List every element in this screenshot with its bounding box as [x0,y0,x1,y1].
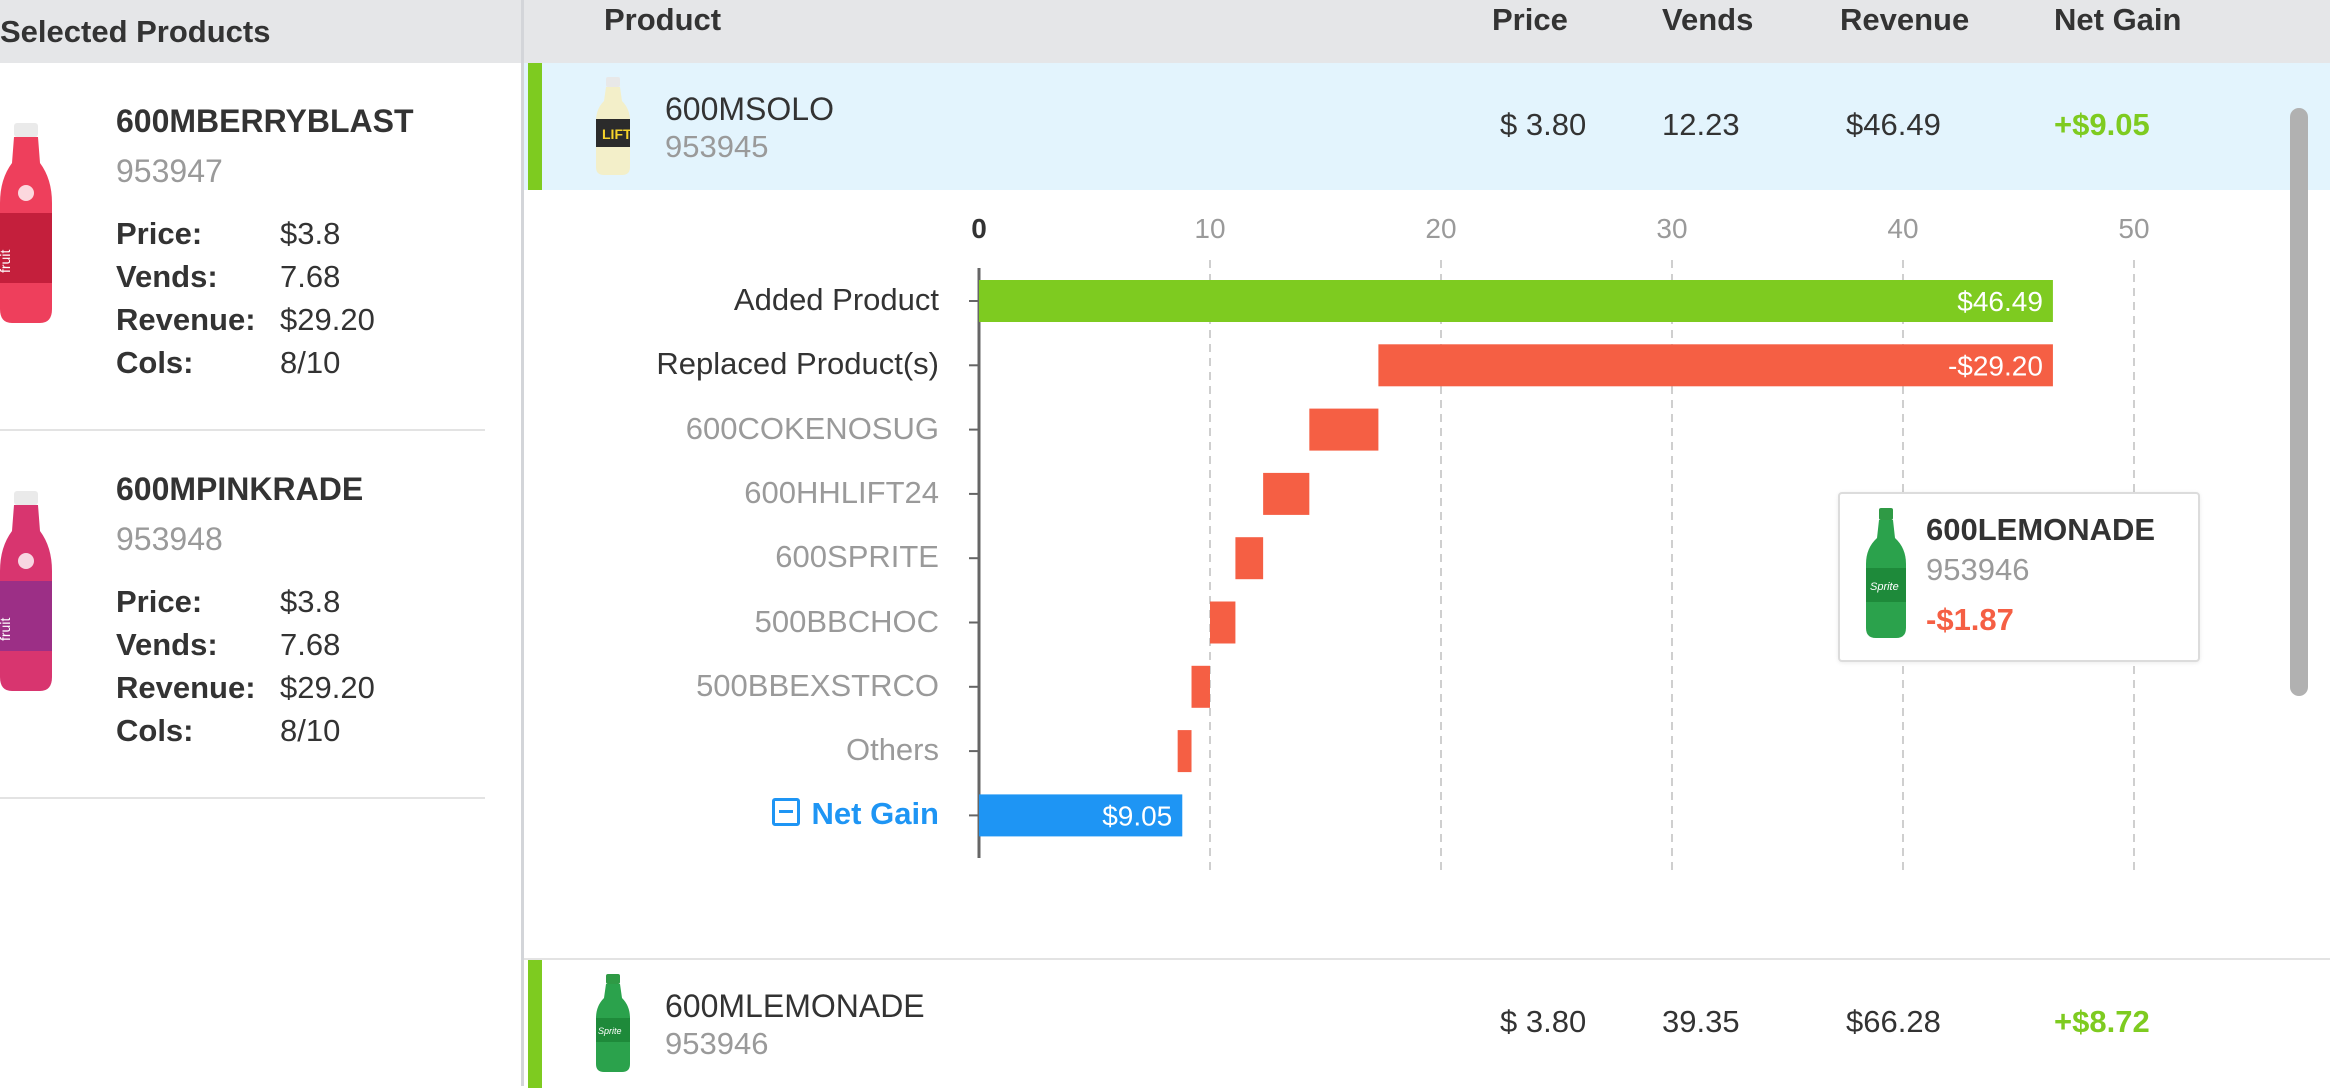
price-stat: Price: $3.8 [116,582,476,622]
x-tick-label: 50 [2118,213,2149,244]
stat-label: Vends: [116,627,218,662]
column-header-price[interactable]: Price [1492,0,1568,40]
stat-value: $3.8 [280,584,341,619]
vertical-scrollbar[interactable] [2290,108,2308,696]
category-label: 600SPRITE [775,539,939,575]
bar-value-label: $46.49 [1957,286,2043,317]
selected-products-title: Selected Products [0,0,521,63]
tooltip-value: -$1.87 [1926,602,2014,637]
stat-value: 8/10 [280,713,341,748]
stat-label: Vends: [116,259,218,294]
bar [1235,537,1264,580]
row-accent-bar [528,63,542,190]
cols-stat: Cols: 8/10 [116,711,476,751]
column-header-net-gain[interactable]: Net Gain [2054,0,2181,40]
column-header-product[interactable]: Product [604,0,721,40]
selected-products-panel: Selected Products fruit 600MBERRYBLAST 9… [0,0,524,1086]
table-row[interactable]: Sprite 600MLEMONADE 953946 $ 3.80 39.35 … [524,958,2330,1088]
revenue-cell: $66.28 [1846,1004,1941,1039]
sprite-bottle-icon: Sprite [596,974,630,1072]
stat-value: 7.68 [280,259,341,294]
tooltip-product-name: 600LEMONADE [1926,512,2156,547]
product-id: 953946 [665,1026,769,1061]
x-tick-label: 40 [1887,213,1918,244]
vends-stat: Vends: 7.68 [116,257,476,297]
svg-text:Sprite: Sprite [1870,581,1899,593]
category-label: 500BBCHOC [754,603,939,639]
svg-text:LIFT: LIFT [602,126,630,142]
table-header: Product Price Vends Revenue Net Gain [524,0,2330,63]
collapse-icon[interactable] [771,798,800,827]
svg-text:fruit: fruit [0,250,13,273]
category-label: 500BBEXSTRCO [696,667,939,703]
vends-stat: Vends: 7.68 [116,625,476,665]
revenue-cell: $46.49 [1846,107,1941,142]
sprite-bottle-icon: Sprite [1866,508,1906,638]
stat-value: $29.20 [280,302,375,337]
svg-text:Sprite: Sprite [598,1026,622,1036]
category-label: 600HHLIFT24 [744,474,939,510]
stat-value: 8/10 [280,345,341,380]
revenue-stat: Revenue: $29.20 [116,300,476,340]
column-header-revenue[interactable]: Revenue [1840,0,1969,40]
stat-label: Cols: [116,345,194,380]
net-gain-cell: +$9.05 [2054,107,2150,142]
stat-label: Revenue: [116,302,256,337]
tooltip-product-id: 953946 [1926,552,2030,587]
chart-tooltip: Sprite 600LEMONADE 953946 -$1.87 [1838,492,2200,662]
category-label: Replaced Product(s) [656,346,939,382]
product-id: 953945 [665,129,769,164]
revenue-stat: Revenue: $29.20 [116,668,476,708]
column-header-vends[interactable]: Vends [1662,0,1753,40]
products-table: Product Price Vends Revenue Net Gain LIF… [524,0,2330,1088]
stat-label: Price: [116,216,203,251]
vends-cell: 39.35 [1662,1004,1740,1039]
svg-text:fruit: fruit [0,618,13,641]
product-name: 600MBERRYBLAST [116,103,414,139]
price-cell: $ 3.80 [1500,1004,1587,1039]
bar [1210,601,1236,644]
net-gain-label[interactable]: Net Gain [812,796,939,831]
x-tick-label: 10 [1194,213,1225,244]
table-row[interactable]: LIFT 600MSOLO 953945 $ 3.80 12.23 $46.49… [524,63,2330,190]
category-label: 600COKENOSUG [685,410,939,446]
x-tick-label: 20 [1425,213,1456,244]
stat-label: Price: [116,584,203,619]
bar [1309,408,1379,451]
product-id: 953947 [116,153,223,189]
product-name: 600MLEMONADE [665,988,925,1024]
bar [979,280,2053,322]
product-name: 600MPINKRADE [116,471,364,507]
selected-product-card[interactable]: fruit 600MBERRYBLAST 953947 Price: $3.8 … [0,63,485,431]
bar-value-label: $9.05 [1102,800,1172,831]
category-label: Added Product [733,282,939,317]
x-tick-label: 30 [1656,213,1687,244]
price-cell: $ 3.80 [1500,107,1587,142]
bar-value-label: -$29.20 [1948,350,2043,381]
stat-value: $29.20 [280,670,375,705]
stat-value: 7.68 [280,627,341,662]
category-label: Others [845,732,939,768]
vends-cell: 12.23 [1662,107,1740,142]
row-accent-bar [528,960,542,1088]
cols-stat: Cols: 8/10 [116,343,476,383]
berry-bottle-icon: fruit [0,123,52,323]
solo-bottle-icon: LIFT [596,77,630,175]
net-gain-cell: +$8.72 [2054,1004,2150,1039]
x-tick-label: 0 [971,213,987,244]
stat-label: Revenue: [116,670,256,705]
bar [1177,730,1192,773]
bar [1263,472,1310,515]
pink-bottle-icon: fruit [0,491,52,691]
stat-value: $3.8 [280,216,341,251]
bar [1191,665,1210,708]
stat-label: Cols: [116,713,194,748]
category-label[interactable]: Net Gain [539,796,939,832]
selected-product-card[interactable]: fruit 600MPINKRADE 953948 Price: $3.8 Ve… [0,431,485,799]
price-stat: Price: $3.8 [116,214,476,254]
product-id: 953948 [116,521,223,557]
product-name: 600MSOLO [665,91,834,127]
